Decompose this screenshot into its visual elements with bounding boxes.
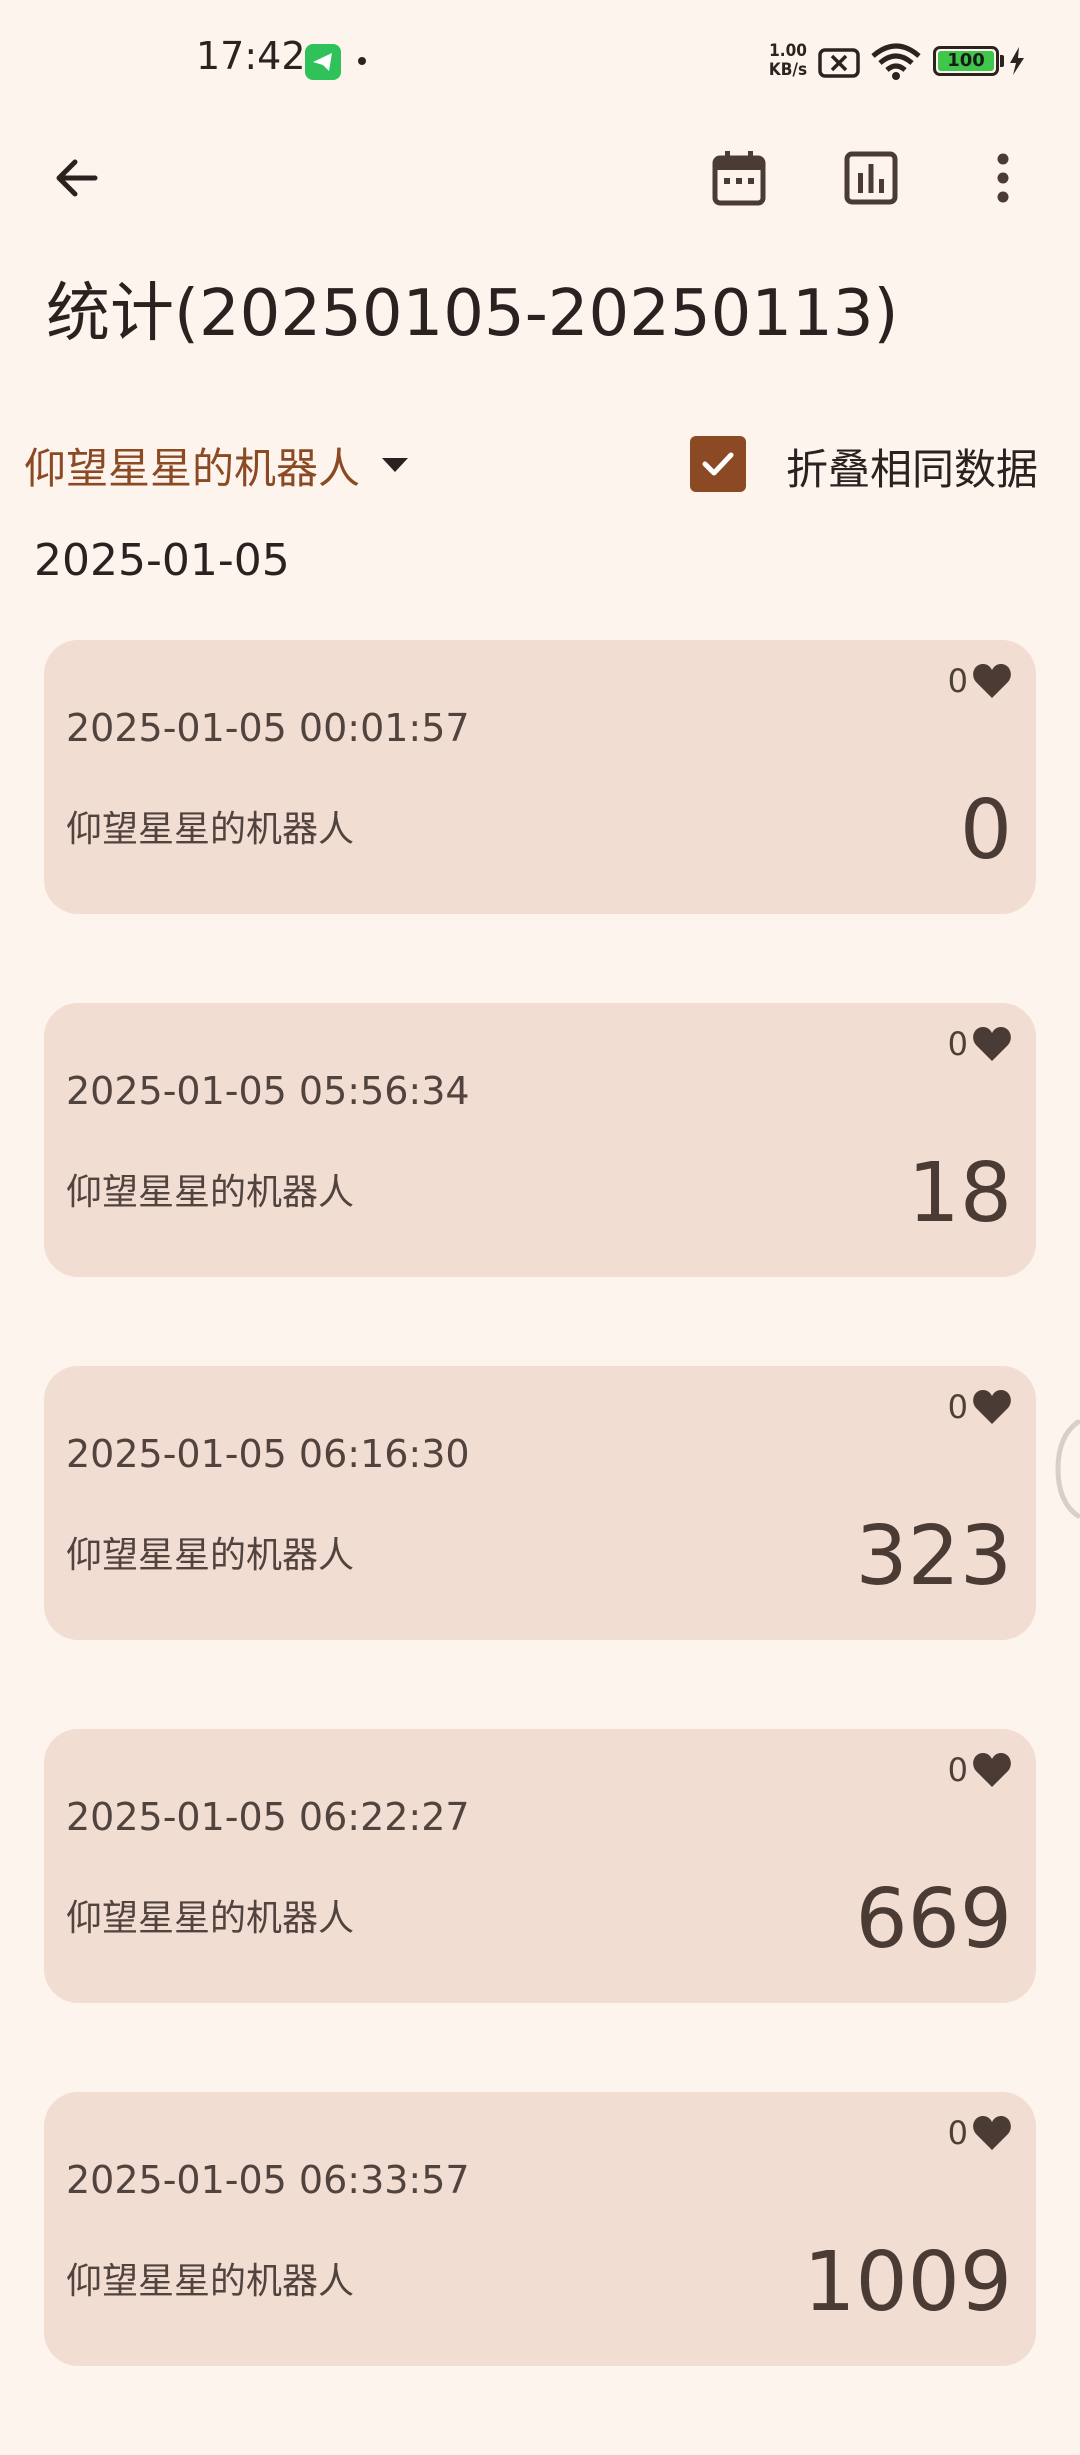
record-name: 仰望星星的机器人 <box>66 809 355 850</box>
heart-icon <box>972 2115 1012 2151</box>
record-value: 1009 <box>803 2235 1012 2330</box>
date-group-header: 2025-01-05 <box>34 535 290 586</box>
likes-count: 0 <box>947 662 968 700</box>
app-notification-icon <box>305 44 341 80</box>
user-dropdown-label: 仰望星星的机器人 <box>24 443 361 493</box>
record-time: 2025-01-05 06:16:30 <box>66 1432 470 1476</box>
record-time: 2025-01-05 00:01:57 <box>66 706 470 750</box>
record-list: 0 2025-01-05 00:01:57 仰望星星的机器人 0 0 2025-… <box>44 640 1036 2455</box>
heart-icon <box>972 1752 1012 1788</box>
likes-count: 0 <box>947 1751 968 1789</box>
record-time: 2025-01-05 05:56:34 <box>66 1069 470 1113</box>
record-value: 18 <box>907 1146 1012 1241</box>
record-name: 仰望星星的机器人 <box>66 1898 355 1939</box>
network-speed: 1.00 KB/s <box>758 42 818 80</box>
record-card[interactable]: 0 2025-01-05 05:56:34 仰望星星的机器人 18 <box>44 1003 1036 1277</box>
record-card[interactable]: 0 2025-01-05 06:22:27 仰望星星的机器人 669 <box>44 1729 1036 2003</box>
side-gesture-handle[interactable] <box>1052 1418 1080 1520</box>
heart-icon <box>972 1026 1012 1062</box>
heart-icon <box>972 1389 1012 1425</box>
fold-same-data-label[interactable]: 折叠相同数据 <box>786 436 1038 497</box>
calendar-button[interactable] <box>703 142 775 214</box>
likes-count: 0 <box>947 2114 968 2152</box>
battery-cap <box>1000 55 1004 67</box>
more-options-button[interactable] <box>967 142 1039 214</box>
charging-icon <box>1008 46 1026 80</box>
status-time: 17:42 <box>196 34 306 78</box>
like-button[interactable]: 0 <box>948 662 1012 700</box>
fold-same-data-checkbox[interactable] <box>690 436 746 492</box>
statistics-button[interactable] <box>835 142 907 214</box>
record-time: 2025-01-05 06:33:57 <box>66 2158 470 2202</box>
likes-count: 0 <box>947 1025 968 1063</box>
record-time: 2025-01-05 06:22:27 <box>66 1795 470 1839</box>
record-card[interactable]: 0 2025-01-05 00:01:57 仰望星星的机器人 0 <box>44 640 1036 914</box>
record-value: 669 <box>855 1872 1012 1967</box>
user-dropdown[interactable]: 仰望星星的机器人 <box>24 430 409 500</box>
record-card[interactable]: 0 2025-01-05 06:16:30 仰望星星的机器人 323 <box>44 1366 1036 1640</box>
record-value: 0 <box>959 783 1012 878</box>
more-vertical-icon <box>997 153 1009 203</box>
checkmark-icon <box>702 452 734 476</box>
battery-level: 100 <box>938 51 994 71</box>
battery-icon: 100 <box>933 46 999 76</box>
record-value: 323 <box>855 1509 1012 1604</box>
status-bar: 17:42 1.00 KB/s 100 <box>0 0 1080 124</box>
like-button[interactable]: 0 <box>948 1751 1012 1789</box>
back-button[interactable] <box>41 142 113 214</box>
like-button[interactable]: 0 <box>948 1025 1012 1063</box>
bar-chart-icon <box>844 151 898 205</box>
no-sim-icon <box>818 48 860 82</box>
record-name: 仰望星星的机器人 <box>66 1172 355 1213</box>
wifi-icon <box>870 42 922 86</box>
record-card[interactable]: 0 2025-01-05 06:33:57 仰望星星的机器人 1009 <box>44 2092 1036 2366</box>
like-button[interactable]: 0 <box>948 2114 1012 2152</box>
dropdown-arrow-icon <box>382 458 409 472</box>
arrow-left-icon <box>56 159 98 197</box>
like-button[interactable]: 0 <box>948 1388 1012 1426</box>
heart-icon <box>972 663 1012 699</box>
page-title: 统计(20250105-20250113) <box>46 277 899 351</box>
likes-count: 0 <box>947 1388 968 1426</box>
record-name: 仰望星星的机器人 <box>66 2261 355 2302</box>
network-speed-value: 1.00 <box>769 41 807 61</box>
network-speed-unit: KB/s <box>768 60 808 80</box>
notification-dot <box>358 57 366 65</box>
record-name: 仰望星星的机器人 <box>66 1535 355 1576</box>
calendar-icon <box>712 151 766 206</box>
